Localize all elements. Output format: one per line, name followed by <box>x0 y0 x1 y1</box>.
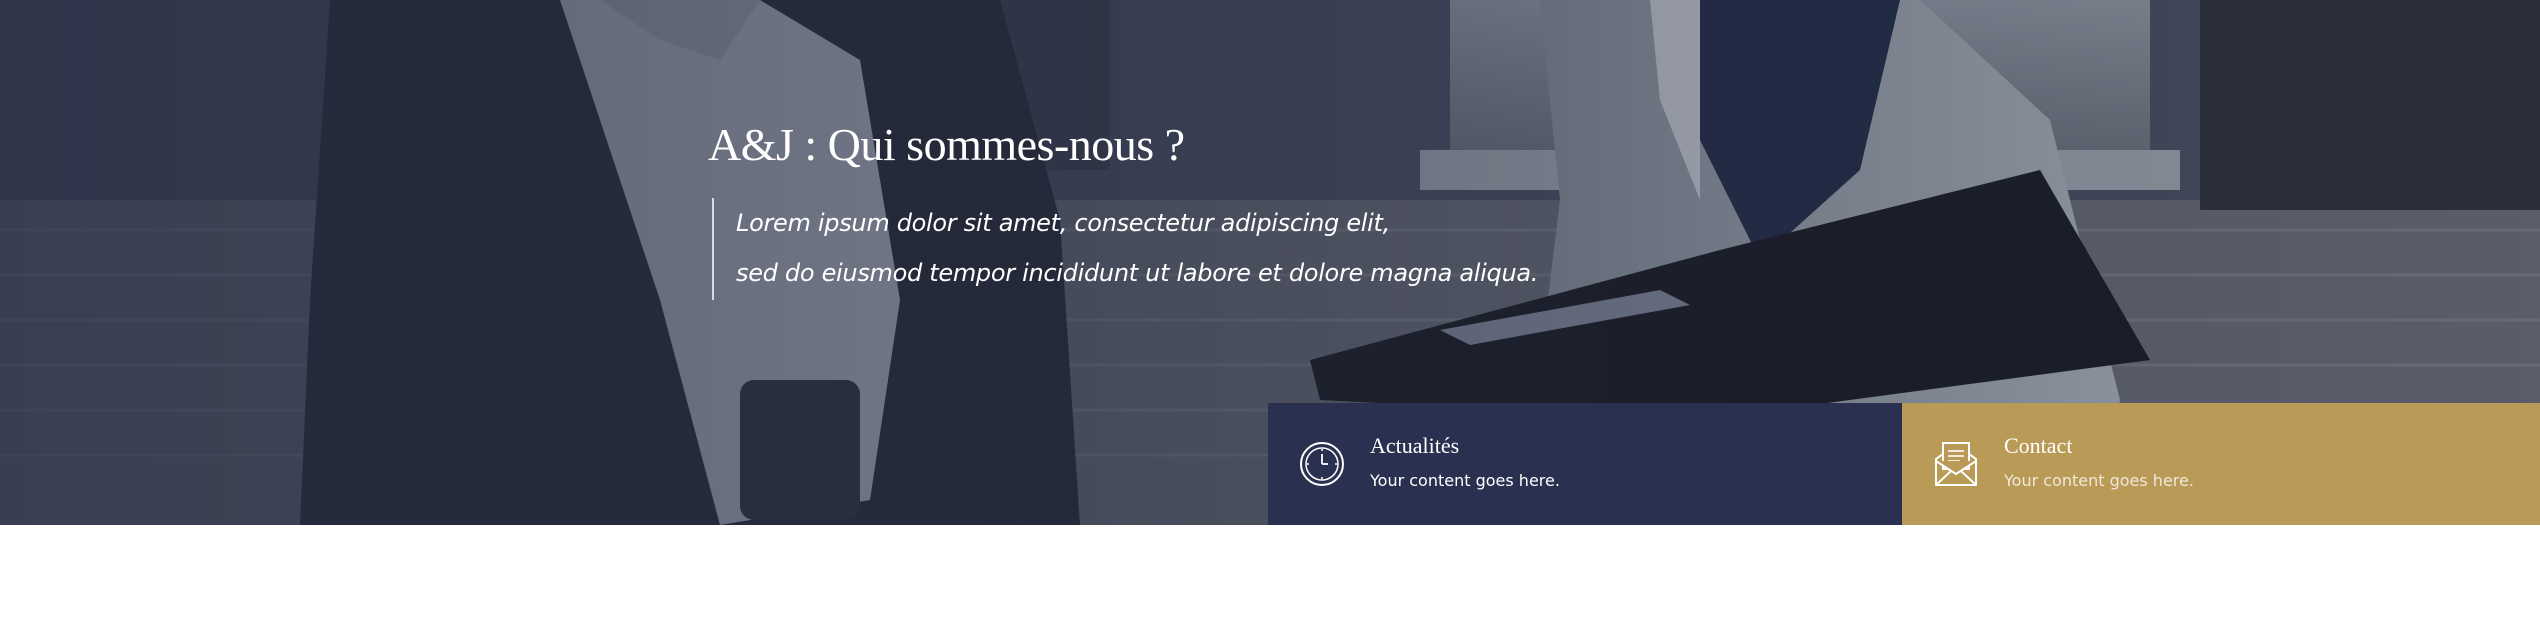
intro-quote: Lorem ipsum dolor sit amet, consectetur … <box>712 198 1612 300</box>
contact-card-title: Contact <box>2004 433 2073 458</box>
news-card-text: Your content goes here. <box>1370 471 1560 490</box>
envelope-letter-icon <box>1935 442 1977 486</box>
news-card-title: Actualités <box>1370 433 1460 458</box>
hero-banner: A&J : Qui sommes-nous ? Lorem ipsum dolo… <box>0 0 2540 525</box>
quote-line-2: sed do eiusmod tempor incididunt ut labo… <box>736 259 1539 287</box>
quote-line-1: Lorem ipsum dolor sit amet, consectetur … <box>736 209 1390 237</box>
contact-card[interactable]: Contact Your content goes here. <box>1902 403 2540 525</box>
contact-card-text: Your content goes here. <box>2004 471 2194 490</box>
clock-icon <box>1300 442 1344 486</box>
news-card[interactable]: Actualités Your content goes here. <box>1268 403 1902 525</box>
page-title: A&J : Qui sommes-nous ? <box>708 119 1185 170</box>
